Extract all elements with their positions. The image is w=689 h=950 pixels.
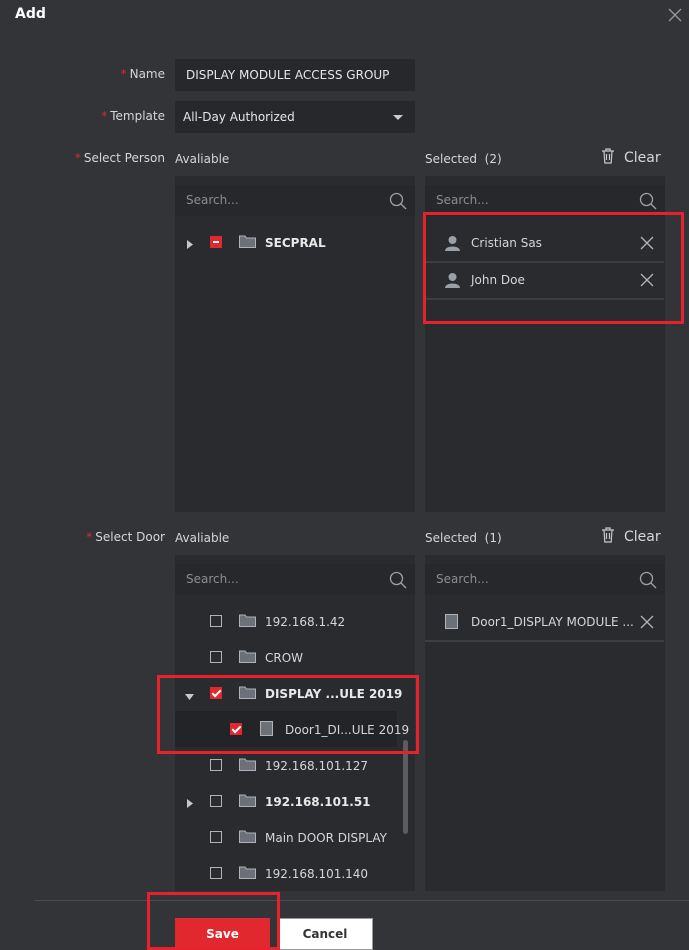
door-icon bbox=[445, 614, 458, 632]
remove-icon[interactable] bbox=[640, 615, 654, 632]
tree-item-label: CROW bbox=[265, 651, 304, 665]
highlight-box bbox=[147, 892, 280, 950]
door-available-search[interactable]: Search... bbox=[175, 564, 415, 595]
template-value: All-Day Authorized bbox=[183, 110, 295, 124]
door-selected-label: Selected (1) bbox=[425, 531, 502, 545]
name-label: * Name bbox=[120, 67, 165, 81]
tree-item-label: 192.168.101.127 bbox=[265, 759, 369, 773]
door-available-label: Avaliable bbox=[175, 531, 230, 545]
search-placeholder: Search... bbox=[186, 193, 239, 207]
folder-icon bbox=[239, 830, 256, 846]
tree-checkbox[interactable] bbox=[210, 867, 222, 879]
trash-icon bbox=[601, 527, 615, 546]
tree-item[interactable]: CROW bbox=[175, 639, 403, 675]
tree-item-label: 192.168.101.51 bbox=[265, 795, 371, 809]
door-selected-search[interactable]: Search... bbox=[425, 564, 665, 595]
trash-icon bbox=[601, 148, 615, 167]
folder-icon bbox=[239, 650, 256, 666]
highlight-box bbox=[157, 675, 419, 754]
select-person-label: * Select Person bbox=[74, 151, 165, 165]
name-input[interactable]: DISPLAY MODULE ACCESS GROUP bbox=[175, 59, 415, 91]
search-placeholder: Search... bbox=[436, 193, 489, 207]
template-label: * Template bbox=[101, 109, 165, 123]
select-door-label: * Select Door bbox=[86, 530, 165, 544]
person-selected-label: Selected (2) bbox=[425, 152, 502, 166]
dialog-title: Add bbox=[15, 6, 46, 22]
tree-checkbox[interactable] bbox=[210, 236, 222, 248]
caret-down-icon bbox=[393, 101, 403, 145]
tree-checkbox[interactable] bbox=[210, 831, 222, 843]
selected-door-name: Door1_DISPLAY MODULE ... bbox=[471, 615, 634, 629]
highlight-box bbox=[423, 212, 684, 324]
selected-door-item: Door1_DISPLAY MODULE ... bbox=[425, 604, 664, 642]
tree-item-secpral[interactable]: SECPRAL bbox=[175, 224, 415, 260]
expand-arrow-icon[interactable] bbox=[187, 797, 193, 811]
tree-checkbox[interactable] bbox=[210, 759, 222, 771]
tree-item[interactable]: 192.168.1.42 bbox=[175, 603, 403, 639]
person-clear-label: Clear bbox=[624, 150, 661, 166]
door-clear-label: Clear bbox=[624, 529, 661, 545]
tree-checkbox[interactable] bbox=[210, 615, 222, 627]
cancel-button[interactable]: Cancel bbox=[277, 918, 373, 950]
tree-item-label: 192.168.1.42 bbox=[265, 615, 346, 629]
tree-checkbox[interactable] bbox=[210, 651, 222, 663]
person-available-label: Avaliable bbox=[175, 152, 230, 166]
tree-item-label: 192.168.101.140 bbox=[265, 867, 369, 881]
tree-item-label: Main DOOR DISPLAY bbox=[265, 831, 387, 845]
folder-icon bbox=[239, 235, 256, 251]
tree-item[interactable]: Main DOOR DISPLAY bbox=[175, 819, 403, 855]
folder-icon bbox=[239, 866, 256, 882]
folder-icon bbox=[239, 614, 256, 630]
scrollbar-thumb[interactable] bbox=[403, 740, 408, 834]
folder-icon bbox=[239, 794, 256, 810]
template-select[interactable]: All-Day Authorized bbox=[175, 101, 415, 133]
expand-arrow-icon[interactable] bbox=[187, 238, 193, 252]
folder-icon bbox=[239, 758, 256, 774]
tree-checkbox[interactable] bbox=[210, 795, 222, 807]
tree-item-label: SECPRAL bbox=[265, 236, 326, 250]
search-placeholder: Search... bbox=[186, 572, 239, 586]
close-icon[interactable] bbox=[664, 4, 686, 26]
person-available-search[interactable]: Search... bbox=[175, 185, 415, 216]
tree-item[interactable]: 192.168.101.140 bbox=[175, 855, 403, 891]
tree-item[interactable]: 192.168.101.51 bbox=[175, 783, 403, 819]
search-placeholder: Search... bbox=[436, 572, 489, 586]
footer-divider bbox=[35, 900, 689, 901]
